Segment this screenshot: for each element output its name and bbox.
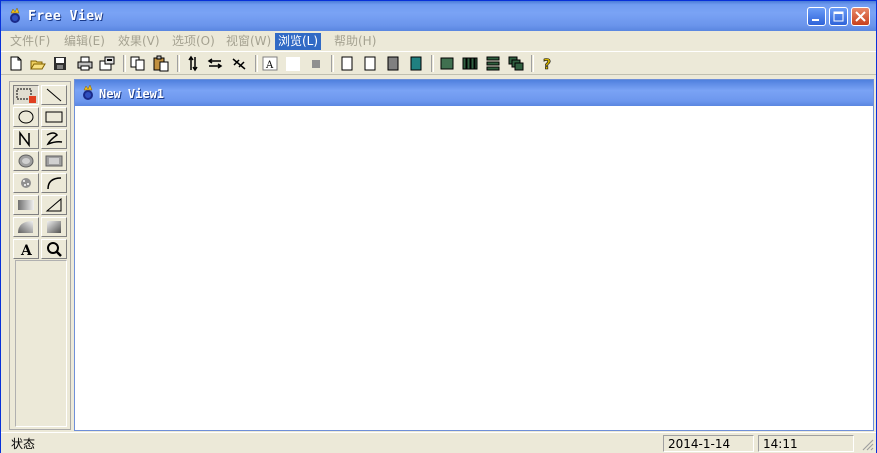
line-tool[interactable] xyxy=(41,85,67,105)
menu-file[interactable]: 文件(F) xyxy=(7,33,53,50)
filled-ellipse-icon xyxy=(18,154,34,168)
copy-icon[interactable] xyxy=(129,55,147,72)
text-frame-icon[interactable]: A xyxy=(261,55,279,72)
menu-edit[interactable]: 编辑(E) xyxy=(61,33,108,50)
zoom-tool[interactable] xyxy=(41,239,67,259)
rectangle-tool[interactable] xyxy=(41,107,67,127)
child-window-title: New View1 xyxy=(99,87,165,101)
freehand-icon xyxy=(46,132,63,146)
menu-window[interactable]: 视窗(W) xyxy=(223,33,274,50)
freehand-tool[interactable] xyxy=(41,129,67,149)
menu-browse[interactable]: 浏览(L) xyxy=(275,33,322,50)
menu-options[interactable]: 选项(O) xyxy=(169,33,218,50)
polyline-icon xyxy=(19,130,30,148)
rectangle-icon xyxy=(45,111,63,123)
ellipse-icon xyxy=(18,110,34,124)
text-icon: A xyxy=(20,243,33,258)
main-window: Free View 文件(F) 编辑(E) 效果(V) 选项(O) 视窗(W) … xyxy=(0,0,877,453)
green-rect-icon[interactable] xyxy=(438,55,456,72)
rotate-icon[interactable] xyxy=(230,55,248,72)
polyline-tool[interactable] xyxy=(13,129,39,149)
palette-options-area xyxy=(15,260,67,427)
svg-text:?: ? xyxy=(543,57,551,72)
minimize-icon xyxy=(812,19,819,21)
vertical-bars-icon[interactable] xyxy=(461,55,479,72)
window-title: Free View xyxy=(28,9,103,24)
app-icon xyxy=(7,7,23,24)
status-date: 2014-1-14 xyxy=(663,435,754,452)
maximize-icon xyxy=(833,11,844,22)
toolbar-separator xyxy=(123,55,126,72)
ellipse-tool[interactable] xyxy=(13,107,39,127)
title-bar[interactable]: Free View xyxy=(1,1,876,31)
status-text: 状态 xyxy=(11,437,36,451)
tool-palette: A xyxy=(9,81,71,430)
white-swatch-icon[interactable] xyxy=(284,55,302,72)
horizontal-bars-icon[interactable] xyxy=(484,55,502,72)
child-window: New View1 xyxy=(74,79,874,431)
maximize-button[interactable] xyxy=(829,7,848,26)
arc-icon xyxy=(47,177,62,190)
child-title-bar[interactable]: New View1 xyxy=(75,80,873,106)
text-tool[interactable]: A xyxy=(13,239,39,259)
spray-icon xyxy=(21,178,31,188)
menu-effects[interactable]: 效果(V) xyxy=(115,33,163,50)
rect-outline-2-icon[interactable] xyxy=(361,55,379,72)
gray-swatch-icon[interactable] xyxy=(307,55,325,72)
menu-help[interactable]: 帮助(H) xyxy=(331,33,379,50)
print-icon[interactable] xyxy=(76,55,94,72)
triangle-icon xyxy=(45,197,62,212)
arc-tool[interactable] xyxy=(41,173,67,193)
filled-rect-icon xyxy=(45,155,63,167)
paste-icon[interactable] xyxy=(152,55,170,72)
teal-rect-icon[interactable] xyxy=(407,55,425,72)
spray-tool[interactable] xyxy=(13,173,39,193)
status-bar: 状态 2014-1-14 14:11 xyxy=(1,432,876,453)
filled-ellipse-tool[interactable] xyxy=(13,151,39,171)
rect-outline-icon[interactable] xyxy=(338,55,356,72)
gradient-arc-tool[interactable] xyxy=(13,217,39,237)
new-file-icon[interactable] xyxy=(7,55,25,72)
gray-rect-icon[interactable] xyxy=(384,55,402,72)
toolbar-separator xyxy=(331,55,334,72)
svg-text:A: A xyxy=(265,60,274,71)
resize-grip-icon[interactable] xyxy=(862,439,874,451)
menu-bar: 文件(F) 编辑(E) 效果(V) 选项(O) 视窗(W) 浏览(L) 帮助(H… xyxy=(1,31,876,51)
gradient-rect-icon xyxy=(18,200,34,210)
minimize-button[interactable] xyxy=(807,7,826,26)
select-rect-icon xyxy=(16,88,36,103)
save-icon[interactable] xyxy=(51,55,69,72)
toolbar-separator xyxy=(431,55,434,72)
cascade-windows-icon[interactable] xyxy=(507,55,525,72)
svg-text:A: A xyxy=(20,243,33,258)
properties-icon[interactable] xyxy=(98,55,116,72)
app-icon xyxy=(80,84,96,101)
zoom-icon xyxy=(47,242,62,257)
flip-vertical-icon[interactable] xyxy=(184,55,202,72)
line-icon xyxy=(46,88,62,102)
select-rect-tool[interactable] xyxy=(13,85,39,105)
toolbar-separator xyxy=(531,55,534,72)
gradient-arc-icon xyxy=(18,221,33,233)
gradient-square-icon xyxy=(47,221,61,233)
gradient-rect-tool[interactable] xyxy=(13,195,39,215)
close-button[interactable] xyxy=(851,7,870,26)
toolbar-separator xyxy=(255,55,258,72)
toolbar-separator xyxy=(177,55,180,72)
status-time: 14:11 xyxy=(758,435,854,452)
close-icon xyxy=(855,11,866,22)
flip-horizontal-icon[interactable] xyxy=(206,55,224,72)
open-folder-icon[interactable] xyxy=(29,55,47,72)
filled-rect-tool[interactable] xyxy=(41,151,67,171)
gradient-square-tool[interactable] xyxy=(41,217,67,237)
drawing-canvas[interactable] xyxy=(78,108,870,429)
help-icon[interactable]: ? xyxy=(538,55,556,74)
toolbar: A ? xyxy=(1,52,876,75)
triangle-tool[interactable] xyxy=(41,195,67,215)
